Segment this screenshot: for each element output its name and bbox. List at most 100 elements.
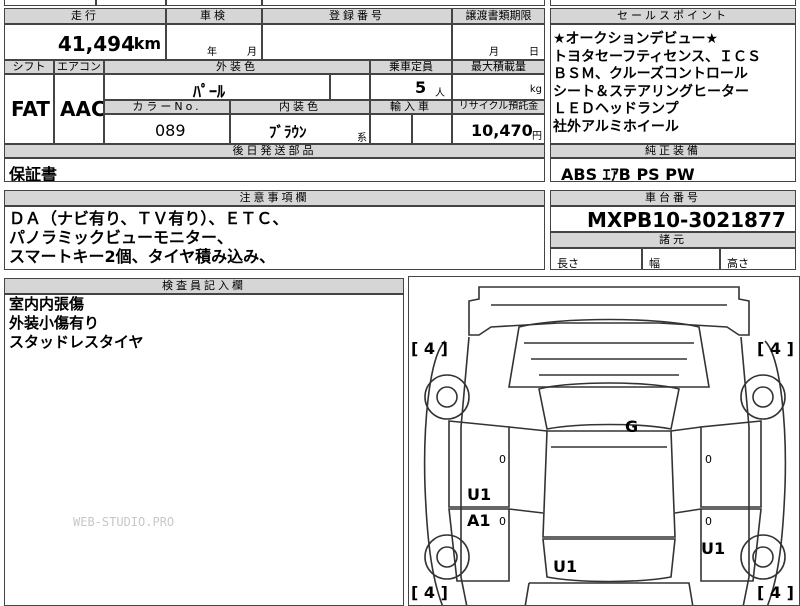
aircon-header: エアコン — [54, 60, 104, 74]
exterior-color-extra-cell — [330, 74, 370, 100]
factory-equipment-cell: ABS ｴｱB PS PW — [550, 158, 796, 182]
color-no-header: カラーNo. — [104, 100, 230, 114]
inspector-notes-list: 室内内張傷 外装小傷有り スタッドレスタイヤ — [9, 295, 144, 352]
max-load-cell: kg — [452, 74, 545, 100]
later-parts-value: 保証書 — [9, 165, 58, 182]
notes-box: ＤＡ（ナビ有り、ＴＶ有り）、ＥＴＣ、 パノラミックビューモニター、 スマートキー… — [4, 206, 545, 270]
width-label: 幅 — [649, 257, 660, 270]
inspector-notes-header: 検査員記入欄 — [4, 278, 404, 294]
aircon-cell: AAC — [54, 74, 104, 144]
interior-color-header: 内装色 — [230, 100, 370, 114]
inspector-note-line: 室内内張傷 — [9, 295, 85, 313]
registration-cell — [262, 24, 452, 60]
notes-list: ＤＡ（ナビ有り、ＴＶ有り）、ＥＴＣ、 パノラミックビューモニター、 スマートキー… — [9, 209, 288, 266]
width-cell: 幅 — [642, 248, 720, 270]
deadline-month-unit: 月 — [489, 47, 499, 58]
top-cut-cell-1 — [4, 0, 96, 6]
tire-rear-right-label: [ 4 ] — [757, 583, 794, 602]
interior-series-unit: 系 — [357, 133, 367, 144]
max-load-header: 最大積載量 — [452, 60, 545, 74]
height-label: 高さ — [727, 257, 749, 270]
sales-point-item: ★オークションデビュー★ — [553, 31, 719, 47]
capacity-header: 乗車定員 — [370, 60, 452, 74]
car-outline-svg — [423, 286, 787, 605]
recycle-value: 10,470 — [471, 121, 533, 140]
length-cell: 長さ — [550, 248, 642, 270]
chassis-no-value: MXPB10-3021877 — [587, 208, 786, 232]
interior-color-cell: ﾌﾞﾗｳﾝ 系 — [230, 114, 370, 144]
dimensions-header: 諸元 — [550, 232, 796, 248]
import-cell-2 — [412, 114, 452, 144]
factory-equipment-header: 純正装備 — [550, 144, 796, 158]
notes-header: 注意事項欄 — [4, 190, 545, 206]
inspection-year-unit: 年 — [207, 47, 217, 58]
handle-mark: 0 — [499, 453, 506, 466]
sales-point-item: トヨタセーフティセンス、ＩＣＳ — [553, 48, 762, 65]
capacity-value: 5 — [415, 78, 427, 97]
max-load-unit: kg — [529, 84, 542, 95]
inspection-header: 車検 — [166, 8, 262, 24]
inspector-notes-box: 室内内張傷 外装小傷有り スタッドレスタイヤ WEB-STUDIO.PRO — [4, 294, 404, 606]
import-header: 輸入車 — [370, 100, 452, 114]
tire-front-right-label: [ 4 ] — [757, 339, 794, 358]
sales-point-item: 社外アルミホイール — [553, 118, 679, 135]
factory-equipment-value: ABS ｴｱB PS PW — [561, 165, 695, 182]
inspection-month-unit: 月 — [247, 47, 257, 58]
rear-damage-label: U1 — [553, 557, 578, 576]
handle-mark: 0 — [705, 453, 712, 466]
left-front-door-damage-label: U1 — [467, 485, 492, 504]
right-rear-damage-label: U1 — [701, 539, 726, 558]
mileage-header: 走行 — [4, 8, 166, 24]
sales-point-item: シート＆ステアリングヒーター — [553, 83, 749, 100]
recycle-unit: 円 — [532, 131, 542, 142]
color-no-value: 089 — [155, 121, 186, 140]
capacity-unit: 人 — [435, 88, 445, 99]
chassis-no-header: 車台番号 — [550, 190, 796, 206]
interior-color-value: ﾌﾞﾗｳﾝ — [269, 123, 307, 141]
roof-damage-label: G — [625, 417, 639, 436]
transfer-deadline-cell: 月 日 — [452, 24, 545, 60]
recycle-cell: 10,470 円 — [452, 114, 545, 144]
sales-points-list: ★オークションデビュー★ トヨタセーフティセンス、ＩＣＳ ＢＳＭ、クルーズコント… — [553, 31, 761, 136]
aircon-value: AAC — [60, 97, 104, 121]
deadline-day-unit: 日 — [529, 47, 539, 58]
tire-rear-left-label: [ 4 ] — [411, 583, 448, 602]
handle-mark: 0 — [705, 515, 712, 528]
chassis-no-cell: MXPB10-3021877 — [550, 206, 796, 232]
watermark-text: WEB-STUDIO.PRO — [73, 515, 175, 529]
mileage-value: 41,494 — [57, 32, 135, 56]
shift-cell: FAT — [4, 74, 54, 144]
exterior-color-cell: ﾊﾟｰﾙ — [104, 74, 330, 100]
tire-front-left-label: [ 4 ] — [411, 339, 448, 358]
mileage-cell: 41,494 km — [4, 24, 166, 60]
top-cut-cell-4 — [262, 0, 545, 6]
shift-value: FAT — [11, 97, 50, 121]
later-parts-header: 後日発送部品 — [4, 144, 545, 158]
exterior-color-header: 外装色 — [104, 60, 370, 74]
length-label: 長さ — [557, 257, 579, 270]
height-cell: 高さ — [720, 248, 796, 270]
shift-header: シフト — [4, 60, 54, 74]
color-no-cell: 089 — [104, 114, 230, 144]
capacity-cell: 5 人 — [370, 74, 452, 100]
notes-line: ＤＡ（ナビ有り、ＴＶ有り）、ＥＴＣ、 — [9, 209, 289, 228]
notes-line: パノラミックビューモニター、 — [9, 228, 233, 247]
later-parts-cell: 保証書 — [4, 158, 545, 182]
top-cut-cell-3 — [166, 0, 262, 6]
sales-points-box: ★オークションデビュー★ トヨタセーフティセンス、ＩＣＳ ＢＳＭ、クルーズコント… — [550, 24, 796, 144]
inspector-note-line: 外装小傷有り — [9, 314, 100, 332]
sales-point-item: ＬＥＤヘッドランプ — [553, 101, 679, 117]
handle-mark: 0 — [499, 515, 506, 528]
inspector-note-line: スタッドレスタイヤ — [9, 333, 144, 351]
left-rear-door-damage-label: A1 — [467, 511, 491, 530]
transfer-deadline-header: 譲渡書類期限 — [452, 8, 545, 24]
import-cell-1 — [370, 114, 412, 144]
top-cut-cell-5 — [550, 0, 796, 6]
inspection-cell: 年 月 — [166, 24, 262, 60]
registration-header: 登録番号 — [262, 8, 452, 24]
sales-points-header: セールスポイント — [550, 8, 796, 24]
mileage-unit: km — [133, 34, 161, 53]
recycle-header: リサイクル預託金 — [452, 100, 545, 114]
top-cut-cell-2 — [96, 0, 166, 6]
car-diagram: [ 4 ] [ 4 ] [ 4 ] [ 4 ] G U1 A1 U1 U1 0 … — [408, 276, 800, 606]
